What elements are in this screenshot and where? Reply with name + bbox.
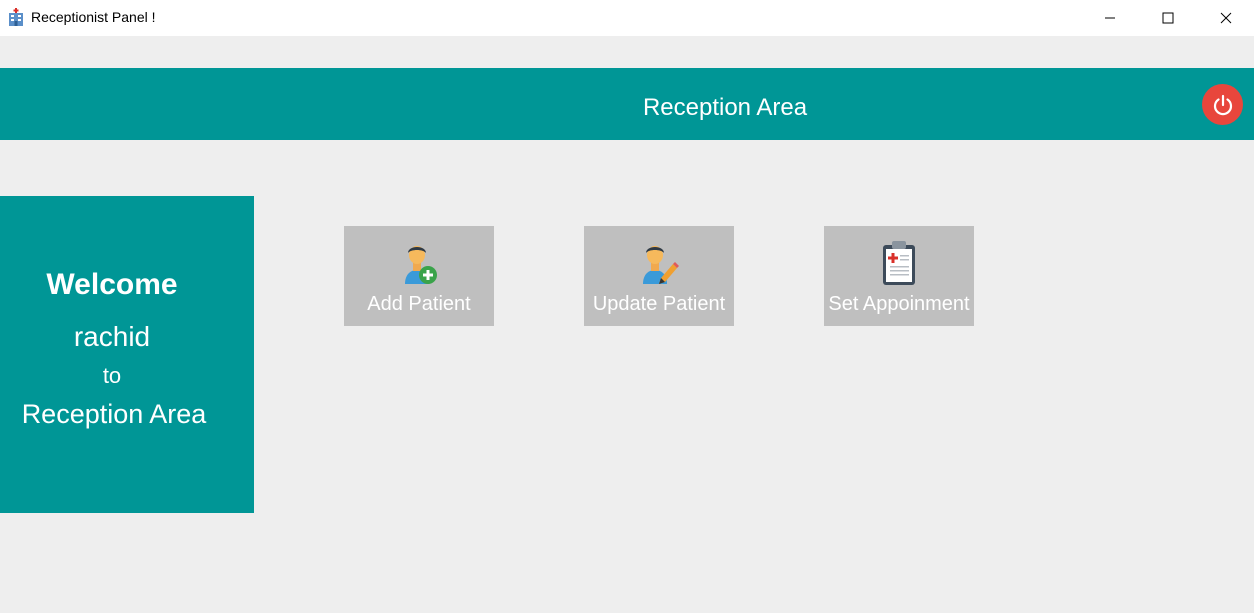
logout-button[interactable] bbox=[1202, 84, 1243, 125]
username-label: rachid bbox=[73, 321, 151, 352]
add-user-icon bbox=[399, 240, 439, 291]
minimize-button[interactable] bbox=[1081, 0, 1139, 36]
close-button[interactable] bbox=[1197, 0, 1254, 36]
header-bar: Reception Area bbox=[0, 68, 1254, 140]
close-icon bbox=[1220, 12, 1232, 24]
power-icon bbox=[1213, 94, 1232, 115]
window-title: Receptionist Panel ! bbox=[31, 9, 156, 25]
set-appointment-button[interactable]: Set Appoinment bbox=[824, 226, 974, 326]
minimize-icon bbox=[1105, 17, 1115, 19]
window-titlebar: Receptionist Panel ! bbox=[0, 0, 1254, 36]
update-patient-button[interactable]: Update Patient bbox=[584, 226, 734, 326]
welcome-area-label: Reception Area bbox=[21, 399, 207, 429]
edit-user-icon bbox=[639, 240, 679, 291]
page-title: Reception Area bbox=[642, 94, 808, 121]
hospital-icon bbox=[7, 8, 25, 27]
set-appointment-label: Set Appoinment bbox=[828, 293, 970, 315]
add-patient-button[interactable]: Add Patient bbox=[344, 226, 494, 326]
update-patient-label: Update Patient bbox=[592, 293, 726, 315]
maximize-button[interactable] bbox=[1139, 0, 1197, 36]
add-patient-label: Add Patient bbox=[367, 293, 471, 315]
welcome-panel: Welcome rachid to Reception Area bbox=[0, 196, 254, 513]
welcome-to-label: to bbox=[102, 363, 122, 388]
welcome-heading: Welcome bbox=[46, 268, 178, 301]
clipboard-icon bbox=[881, 240, 917, 291]
maximize-icon bbox=[1162, 12, 1174, 24]
